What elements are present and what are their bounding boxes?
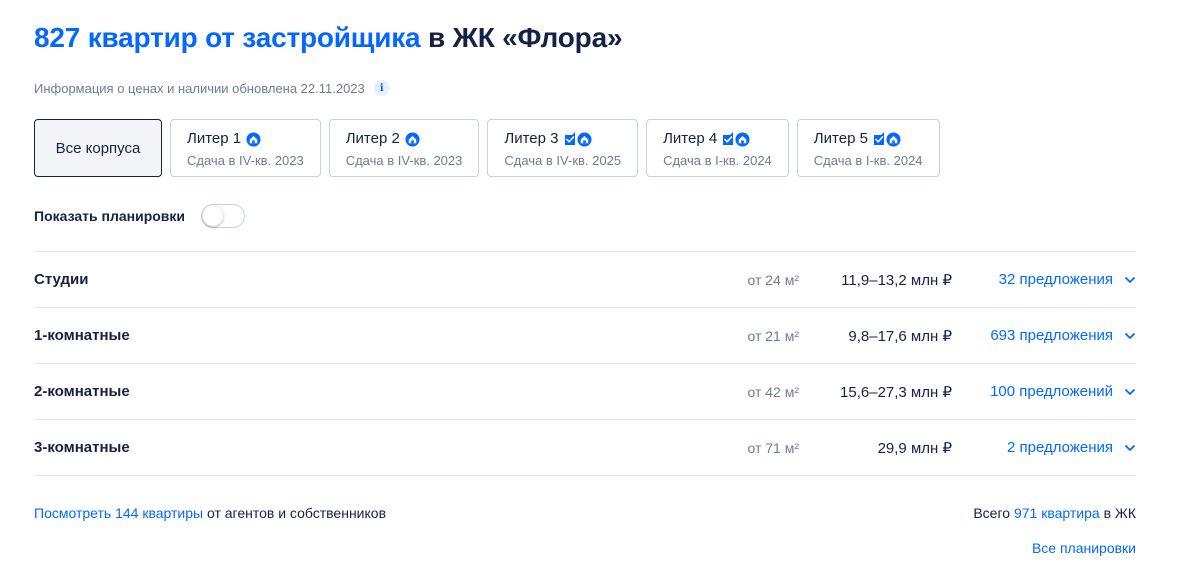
tab-badges [246,131,261,147]
total-prefix: Всего [973,505,1014,521]
chevron-down-icon [1125,276,1135,283]
chevron-down-icon [1125,444,1135,451]
offers-count: 2 предложения [1007,439,1113,456]
table-row[interactable]: 1-комнатные от 21 м² 9,8–17,6 млн ₽ 693 пре… [34,308,1136,364]
tab-name: Литер 4 [663,129,772,149]
table-row[interactable]: 2-комнатные от 42 м² 15,6–27,3 млн ₽ 100 пр… [34,364,1136,420]
tab-delivery-date: Сдача в IV-кв. 2025 [504,153,622,168]
total-apartments-link[interactable]: 971 квартира [1014,505,1100,521]
apartments-table: Студии от 24 м² 11,9–13,2 млн ₽ 32 предложе… [34,251,1136,476]
price-range: 15,6–27,3 млн ₽ [840,383,952,401]
house-icon [735,131,750,147]
tab-name-text: Литер 3 [504,130,559,147]
tab-liter-5[interactable]: Литер 5 Сдача в I-кв. 2024 [796,119,940,177]
update-info: Информация о ценах и наличии обновлена 2… [34,78,1136,98]
tab-delivery-date: Сдача в IV-кв. 2023 [187,153,304,168]
offers-count: 693 предложения [990,327,1113,344]
tab-badges [722,131,750,147]
offers-count: 32 предложения [998,271,1113,288]
check-icon [873,131,885,147]
tab-name: Литер 2 [346,129,463,149]
footer-right: Всего 971 квартира в ЖК [973,505,1136,521]
chevron-down-icon [1125,388,1135,395]
total-suffix: в ЖК [1099,505,1136,521]
show-plans-switch[interactable] [201,204,246,228]
tab-all-buildings[interactable]: Все корпуса [34,119,162,177]
house-icon [246,131,261,147]
tab-delivery-date: Сдача в I-кв. 2024 [663,153,772,168]
tab-name: Литер 1 [187,129,304,149]
price-range: 9,8–17,6 млн ₽ [848,327,952,345]
area-from: от 71 м² [747,439,799,456]
offers-link[interactable]: 100 предложений [952,383,1136,400]
footer-row: Посмотреть 144 квартиры от агентов и соб… [34,505,1136,521]
house-icon [405,131,420,147]
footer-left: Посмотреть 144 квартиры от агентов и соб… [34,505,386,521]
tab-badges [873,131,901,147]
tab-name: Литер 5 [814,129,923,149]
building-tabs: Все корпуса Литер 1 Сдача в IV-кв. 2023 Лит… [34,119,1136,177]
area-from: от 21 м² [747,327,799,344]
chevron-down-icon [1125,332,1135,339]
offers-link[interactable]: 2 предложения [952,439,1136,456]
area-from: от 24 м² [747,271,799,288]
tab-name-text: Литер 4 [663,130,718,147]
tab-badges [564,131,592,147]
tab-liter-1[interactable]: Литер 1 Сдача в IV-кв. 2023 [170,119,321,177]
room-type: 2-комнатные [34,383,130,400]
house-icon [886,131,901,147]
offers-count: 100 предложений [990,383,1113,400]
show-plans-label: Показать планировки [34,208,186,224]
show-plans-toggle-row: Показать планировки [34,202,1136,230]
update-info-text: Информация о ценах и наличии обновлена 2… [34,80,365,96]
tab-name-text: Литер 2 [345,130,400,147]
tab-badges [405,131,420,147]
tab-name: Литер 3 [504,129,621,149]
house-icon [576,131,592,147]
table-row[interactable]: 3-комнатные от 71 м² 29,9 млн ₽ 2 предложен… [34,420,1136,476]
page: 827 квартир от застройщика в ЖК «Флора» … [0,0,1200,556]
footer-left-rest: от агентов и собственников [203,505,387,521]
tab-liter-3[interactable]: Литер 3 Сдача в IV-кв. 2025 [487,119,639,177]
info-icon[interactable]: i [373,80,390,96]
all-plans-row: Все планировки [34,540,1136,556]
check-icon [722,131,734,147]
room-type: Студии [34,271,89,288]
switch-knob [203,206,224,226]
tab-name-text: Литер 5 [813,130,868,147]
check-icon [564,131,576,147]
area-from: от 42 м² [747,383,799,400]
tab-delivery-date: Сдача в I-кв. 2024 [813,153,923,168]
price-range: 29,9 млн ₽ [877,439,952,457]
all-plans-link[interactable]: Все планировки [1032,540,1136,556]
room-type: 1-комнатные [34,327,130,344]
title-rest: в ЖК «Флора» [420,22,623,53]
page-title: 827 квартир от застройщика в ЖК «Флора» [34,0,1136,60]
room-type: 3-комнатные [34,439,130,456]
tab-delivery-date: Сдача в IV-кв. 2023 [345,153,463,168]
tab-liter-4[interactable]: Литер 4 Сдача в I-кв. 2024 [646,119,789,177]
tab-name-text: Литер 1 [187,130,242,147]
price-range: 11,9–13,2 млн ₽ [841,271,952,289]
tab-liter-2[interactable]: Литер 2 Сдача в IV-кв. 2023 [328,119,480,177]
table-row[interactable]: Студии от 24 м² 11,9–13,2 млн ₽ 32 предложе… [34,252,1136,308]
offers-link[interactable]: 693 предложения [952,327,1136,344]
offers-link[interactable]: 32 предложения [952,271,1136,288]
title-accent: 827 квартир от застройщика [34,22,421,53]
view-agent-apartments-link[interactable]: Посмотреть 144 квартиры [34,505,203,521]
